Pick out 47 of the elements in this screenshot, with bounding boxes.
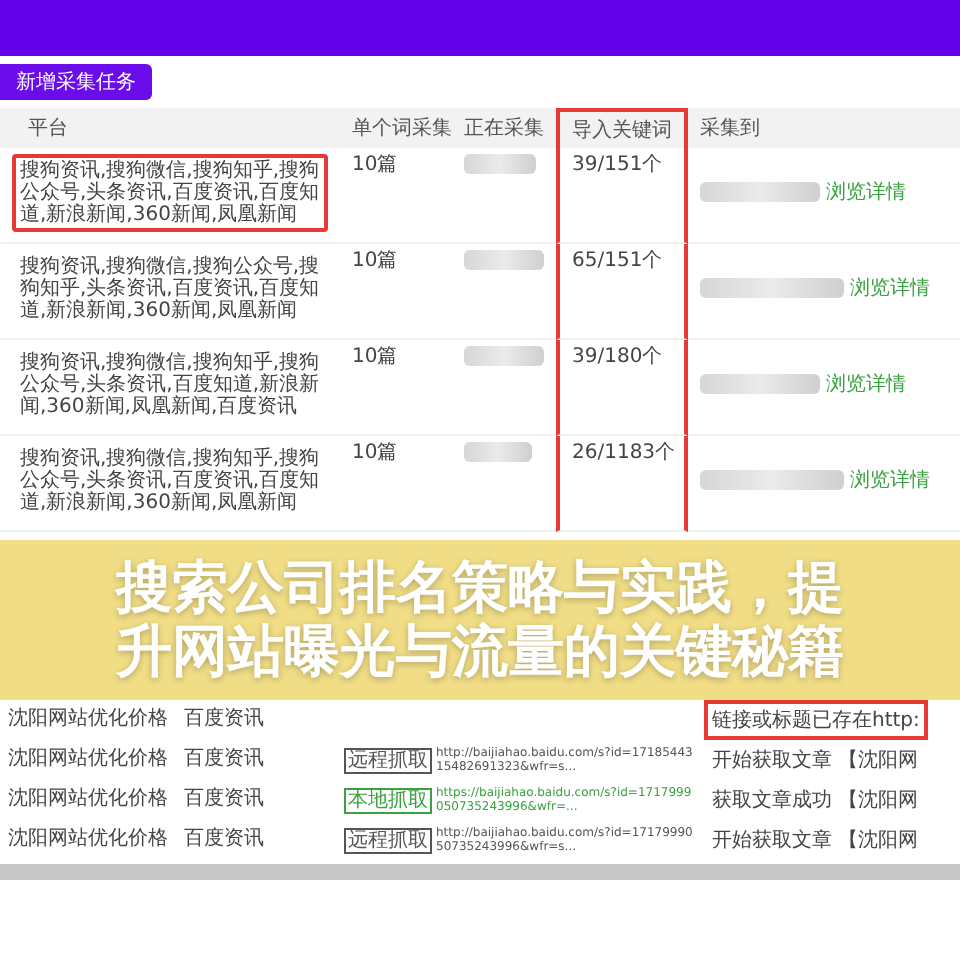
table-cell-text: 百度资讯 [184, 708, 266, 732]
blurred-block [464, 250, 544, 270]
blurred-block [700, 278, 844, 298]
status-text: 获取文章成功 【沈阳网 [710, 787, 921, 816]
table-cell-text: 搜狗资讯,搜狗微信,搜狗公众号,搜狗知乎,头条资讯,百度资讯,百度知道,新浪新闻,360新闻,凤凰新闻 [18, 253, 322, 326]
status-text: 开始获取文章 【沈阳网 [710, 827, 921, 856]
fetch-tag: 远程抓取 [344, 747, 432, 773]
column-header: 平台 [0, 108, 340, 148]
table-cell: 39/151个 [572, 154, 663, 178]
details-link[interactable]: 浏览详情 [826, 370, 906, 398]
table-cell: 10篇 [352, 154, 398, 178]
blurred-block [464, 154, 536, 174]
banner-title: 搜索公司排名策略与实践，提升网站曝光与流量的关键秘籍 [116, 556, 844, 684]
details-link[interactable]: 浏览详情 [826, 178, 906, 206]
column-header: 单个词采集 [340, 108, 452, 148]
table-cell-text: 沈阳网站优化价格 [8, 748, 170, 772]
blurred-block [700, 374, 820, 394]
fetch-tag: 本地抓取 [344, 787, 432, 813]
table-cell-text: 沈阳网站优化价格 [8, 828, 170, 852]
table-cell: 10篇 [352, 346, 398, 370]
table-cell: 26/1183个 [572, 442, 676, 466]
status-text: 开始获取文章 【沈阳网 [710, 747, 921, 776]
table-cell-text: 百度资讯 [184, 828, 266, 852]
table-cell-text: 百度资讯 [184, 748, 266, 772]
table-cell-text: 搜狗资讯,搜狗微信,搜狗知乎,搜狗公众号,头条资讯,百度知道,新浪新闻,360新闻,凤凰新闻,百度资讯 [18, 349, 322, 422]
status-text: 链接或标题已存在http: [704, 700, 928, 740]
table-cell-text: 沈阳网站优化价格 [8, 708, 170, 732]
add-task-button[interactable]: 新增采集任务 [0, 64, 152, 100]
column-header: 正在采集 [452, 108, 556, 148]
blurred-block [700, 182, 820, 202]
table-cell: 65/151个 [572, 250, 663, 274]
table-cell-text: 百度资讯 [184, 788, 266, 812]
details-link[interactable]: 浏览详情 [850, 274, 930, 302]
table-cell-text: 搜狗资讯,搜狗微信,搜狗知乎,搜狗公众号,头条资讯,百度资讯,百度知道,新浪新闻,360新闻,凤凰新闻 [18, 445, 322, 518]
table-cell: 10篇 [352, 250, 398, 274]
blurred-block [464, 346, 544, 366]
fetch-tag: 远程抓取 [344, 827, 432, 853]
details-link[interactable]: 浏览详情 [850, 466, 930, 494]
table-cell: 搜狗资讯,搜狗微信,搜狗知乎,搜狗公众号,头条资讯,百度资讯,百度知道,新浪新闻,360新闻,凤凰新闻 [12, 154, 328, 232]
table-cell: 39/180个 [572, 346, 663, 370]
column-header: 采集到 [688, 108, 960, 148]
table-cell: 10篇 [352, 442, 398, 466]
blurred-block [464, 442, 532, 462]
table-cell-text: 沈阳网站优化价格 [8, 788, 170, 812]
scrollbar[interactable] [0, 864, 960, 880]
column-header: 导入关键词 [556, 108, 688, 148]
blurred-block [700, 470, 844, 490]
